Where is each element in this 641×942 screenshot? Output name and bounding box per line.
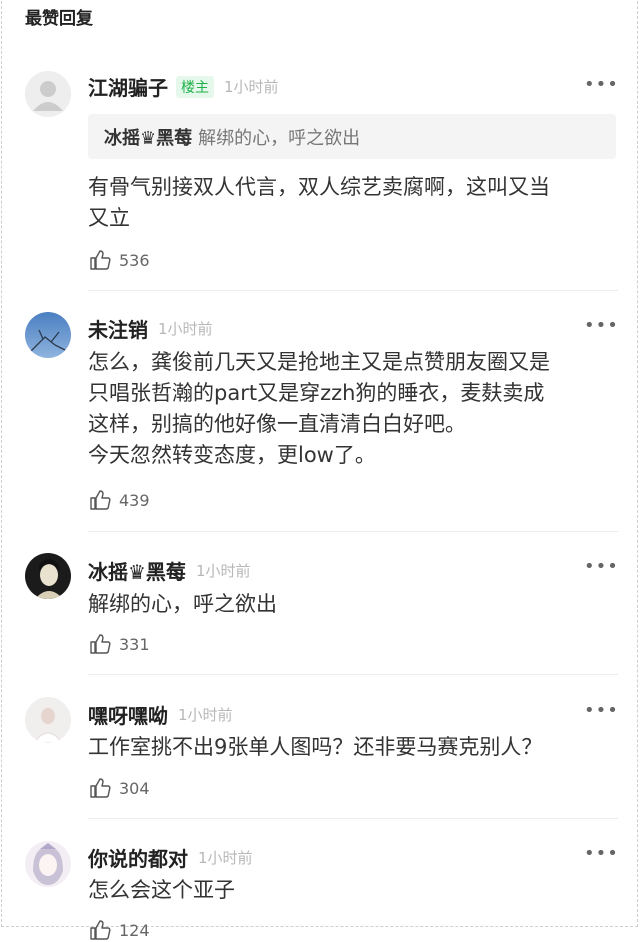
comment-line: 只唱张哲瀚的part又是穿zzh狗的睡衣，麦麸卖成 [88, 381, 545, 405]
comment-text: 怎么会这个亚子 [88, 875, 613, 906]
divider [88, 674, 618, 675]
like-button[interactable]: 439 [89, 488, 150, 512]
divider [88, 531, 618, 532]
op-badge: 楼主 [176, 75, 214, 98]
comment-line: 有骨气别接双人代言，双人综艺卖腐啊，这叫又当 [88, 175, 550, 199]
like-button[interactable]: 536 [89, 248, 150, 272]
timestamp: 1小时前 [198, 849, 253, 867]
timestamp: 1小时前 [178, 706, 233, 724]
quoted-reply[interactable]: 冰摇♛黑莓 解绑的心，呼之欲出 [88, 114, 616, 159]
default-avatar-icon [25, 71, 71, 117]
author-name[interactable]: 未注销 [88, 314, 148, 343]
more-dots-icon[interactable]: ••• [584, 556, 619, 577]
comment-text: 工作室挑不出9张单人图吗？还非要马赛克别人？ [88, 732, 613, 763]
thumbs-up-icon [90, 920, 111, 940]
more-dots-icon[interactable]: ••• [584, 843, 619, 864]
author-name[interactable]: 你说的都对 [88, 843, 188, 872]
comment-header: 江湖骗子 楼主 1小时前 [88, 72, 279, 101]
avatar[interactable] [25, 841, 71, 887]
comment-line: 今天忽然转变态度，更low了。 [88, 443, 376, 467]
avatar[interactable] [25, 697, 71, 743]
comment-line: 这样，别搞的他好像一直清清白白好吧。 [88, 412, 466, 436]
comment-line: 工作室挑不出9张单人图吗？还非要马赛克别人？ [88, 735, 543, 759]
light-portrait-avatar-icon [25, 697, 71, 743]
like-button[interactable]: 331 [89, 632, 150, 656]
divider [88, 818, 618, 819]
thumbs-up-icon [90, 778, 111, 798]
doll-avatar-icon [25, 841, 71, 887]
timestamp: 1小时前 [224, 78, 279, 96]
timestamp: 1小时前 [195, 562, 251, 580]
comment-header: 未注销 1小时前 [88, 314, 213, 343]
avatar[interactable] [25, 553, 71, 599]
like-button[interactable]: 304 [89, 776, 150, 800]
like-count: 304 [119, 778, 150, 798]
more-dots-icon[interactable]: ••• [584, 700, 619, 721]
quote-author: 冰摇♛黑莓 [104, 127, 193, 149]
avatar[interactable] [25, 312, 71, 358]
thumbs-up-icon [90, 634, 111, 654]
like-count: 331 [119, 634, 150, 654]
avatar[interactable] [25, 71, 71, 117]
like-count: 536 [119, 250, 150, 270]
blue-sky-avatar-icon [25, 312, 71, 358]
comment-line: 怎么，龚俊前几天又是抢地主又是点赞朋友圈又是 [88, 350, 550, 374]
dark-portrait-avatar-icon [25, 553, 71, 599]
comment-header: 冰摇♛黑莓 1小时前 [88, 556, 250, 585]
thumbs-up-icon [90, 490, 111, 510]
more-dots-icon[interactable]: ••• [584, 74, 619, 95]
comment-text: 怎么，龚俊前几天又是抢地主又是点赞朋友圈又是 只唱张哲瀚的part又是穿zzh狗… [88, 347, 613, 471]
comment-line: 解绑的心，呼之欲出 [88, 592, 277, 616]
comment-text: 有骨气别接双人代言，双人综艺卖腐啊，这叫又当 又立 [88, 172, 613, 234]
more-dots-icon[interactable]: ••• [584, 315, 619, 336]
quote-text: 解绑的心，呼之欲出 [198, 127, 361, 149]
like-button[interactable]: 124 [89, 918, 150, 942]
thumbs-up-icon [90, 250, 111, 270]
comment-header: 你说的都对 1小时前 [88, 843, 253, 872]
author-name[interactable]: 嘿呀嘿呦 [88, 700, 168, 729]
section-title: 最赞回复 [25, 9, 93, 29]
divider [88, 290, 618, 291]
like-count: 439 [119, 490, 150, 510]
comment-text: 解绑的心，呼之欲出 [88, 589, 613, 620]
author-name[interactable]: 江湖骗子 [88, 72, 168, 101]
like-count: 124 [119, 920, 150, 940]
comment-header: 嘿呀嘿呦 1小时前 [88, 700, 233, 729]
comment-line: 又立 [88, 206, 130, 230]
author-name[interactable]: 冰摇♛黑莓 [88, 556, 186, 585]
comment-line: 怎么会这个亚子 [88, 878, 235, 902]
timestamp: 1小时前 [158, 320, 213, 338]
